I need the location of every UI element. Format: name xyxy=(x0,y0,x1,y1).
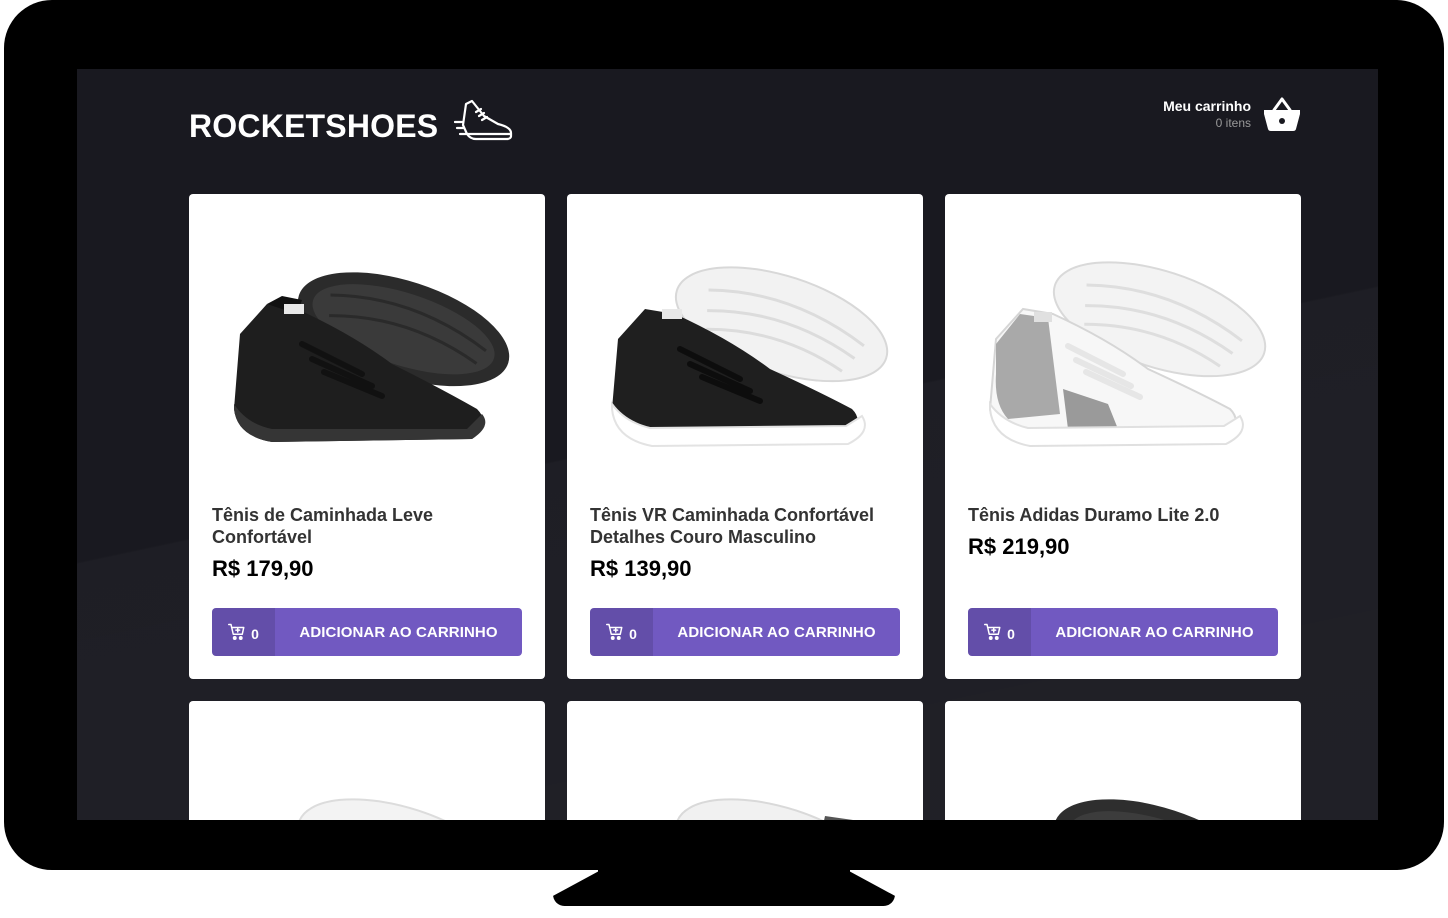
cart-amount-badge: 0 xyxy=(968,608,1031,656)
product-image-white-grey-sneaker xyxy=(988,261,1267,448)
store-logo-link[interactable]: ROCKETSHOES xyxy=(189,93,514,153)
product-list: Tênis de Caminhada Leve Confortável R$ 1… xyxy=(189,194,1301,820)
product-image-black-sneaker xyxy=(234,272,510,442)
add-shopping-cart-icon xyxy=(606,623,623,640)
product-image-white-sneaker xyxy=(296,798,511,820)
product-card xyxy=(189,701,545,820)
add-to-cart-label: ADICIONAR AO CARRINHO xyxy=(677,623,876,641)
product-card xyxy=(945,701,1301,820)
cart-amount: 0 xyxy=(1007,626,1015,642)
sneaker-icon xyxy=(454,99,513,141)
product-image-black-sneaker xyxy=(1053,799,1266,820)
cart-title: Meu carrinho xyxy=(1163,98,1251,114)
add-to-cart-label: ADICIONAR AO CARRINHO xyxy=(1055,623,1254,641)
product-price: R$ 179,90 xyxy=(212,556,314,581)
product-card: Tênis VR Caminhada Confortável Detalhes … xyxy=(567,194,923,679)
cart-amount-badge: 0 xyxy=(590,608,653,656)
product-title: Tênis de Caminhada Leve Confortável xyxy=(212,505,434,547)
product-title: Tênis VR Caminhada Confortável Detalhes … xyxy=(590,505,875,547)
cart-amount: 0 xyxy=(251,626,259,642)
product-price: R$ 139,90 xyxy=(590,556,692,581)
add-shopping-cart-icon xyxy=(984,623,1001,640)
product-card: Tênis Adidas Duramo Lite 2.0 R$ 219,90 0… xyxy=(945,194,1301,679)
add-to-cart-label: ADICIONAR AO CARRINHO xyxy=(299,623,498,641)
site-header: ROCKETSHOES Meu carrinho 0 itens xyxy=(189,93,1301,153)
add-to-cart-button[interactable]: 0 ADICIONAR AO CARRINHO xyxy=(590,608,900,656)
product-card: Tênis de Caminhada Leve Confortável R$ 1… xyxy=(189,194,545,679)
browser-viewport: ROCKETSHOES Meu carrinho 0 itens Tênis d… xyxy=(77,69,1378,820)
add-shopping-cart-icon xyxy=(228,623,245,640)
monitor-stand-base xyxy=(553,870,895,906)
product-image-white-sneaker xyxy=(674,798,889,820)
product-title: Tênis Adidas Duramo Lite 2.0 xyxy=(968,505,1220,525)
cart-item-count: 0 itens xyxy=(1215,116,1251,130)
cart-amount: 0 xyxy=(629,626,637,642)
store-name: ROCKETSHOES xyxy=(189,107,439,144)
product-price: R$ 219,90 xyxy=(968,534,1070,559)
cart-amount-badge: 0 xyxy=(212,608,275,656)
product-image-black-white-sneaker xyxy=(611,266,889,448)
basket-icon xyxy=(1264,97,1300,131)
product-card xyxy=(567,701,923,820)
cart-link[interactable]: Meu carrinho 0 itens xyxy=(1163,96,1301,132)
add-to-cart-button[interactable]: 0 ADICIONAR AO CARRINHO xyxy=(968,608,1278,656)
monitor-frame: ROCKETSHOES Meu carrinho 0 itens Tênis d… xyxy=(4,0,1444,870)
add-to-cart-button[interactable]: 0 ADICIONAR AO CARRINHO xyxy=(212,608,522,656)
